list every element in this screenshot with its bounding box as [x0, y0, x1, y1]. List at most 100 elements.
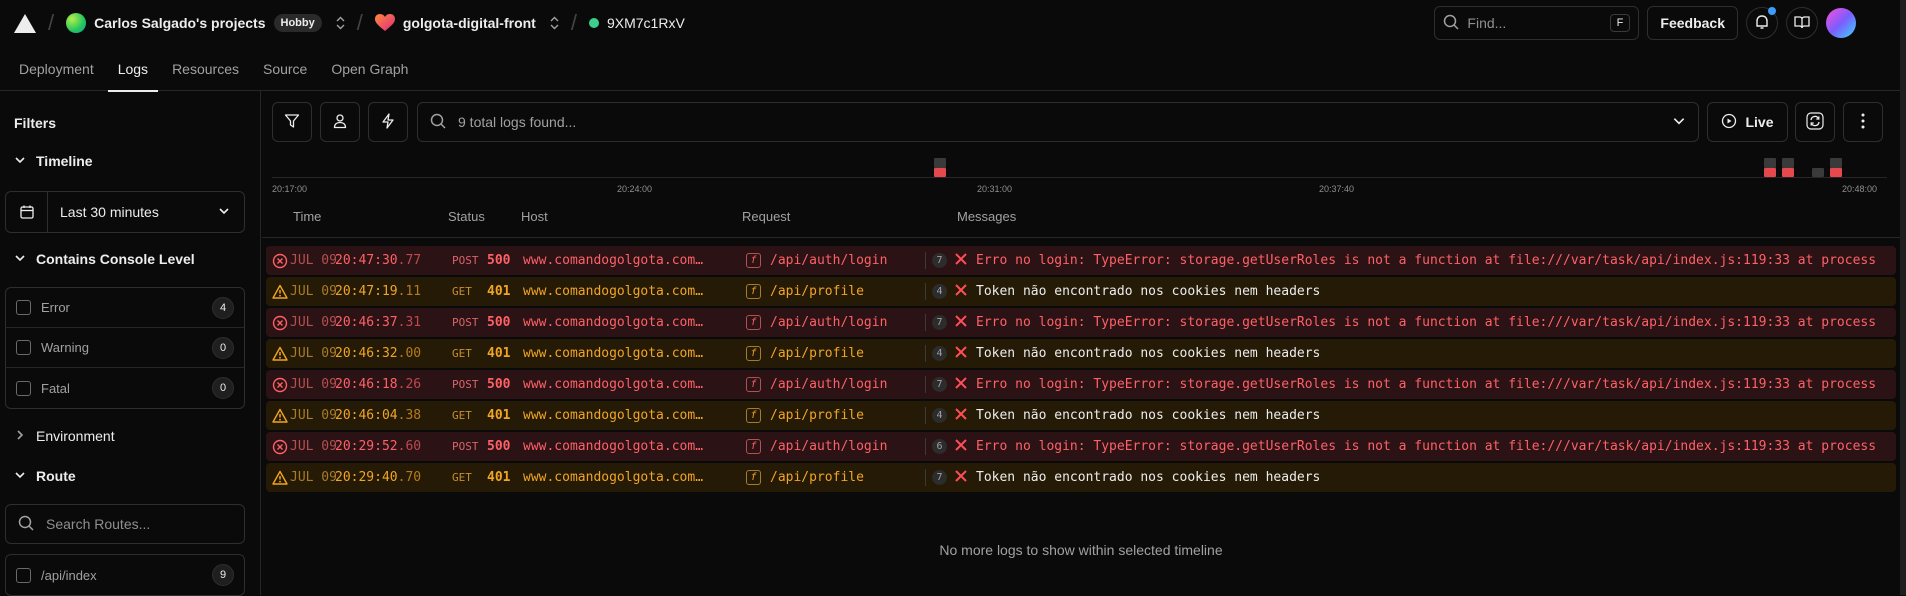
timeline-bar[interactable] — [1782, 158, 1794, 168]
timeline-histogram[interactable]: 20:17:00 20:24:00 20:31:00 20:37:40 20:4… — [272, 151, 1887, 194]
message-count: 7 — [932, 253, 947, 268]
route-options: /api/index 9 — [5, 554, 245, 596]
project-heart-icon — [374, 14, 395, 32]
timeline-bar[interactable] — [1764, 158, 1776, 168]
feedback-button[interactable]: Feedback — [1647, 6, 1738, 40]
route-option[interactable]: /api/index 9 — [6, 555, 244, 595]
column-divider — [925, 438, 926, 455]
timeline-bar[interactable] — [934, 158, 946, 168]
timeline-bar[interactable] — [1830, 168, 1842, 177]
warning-triangle-icon — [272, 470, 288, 486]
find-input[interactable]: Find... F — [1434, 6, 1640, 40]
timeline-section-toggle[interactable]: Timeline — [14, 153, 93, 169]
lightning-icon — [380, 112, 396, 132]
log-row[interactable]: JUL 09 20:46:18.26 POST 500 www.comandog… — [266, 370, 1896, 399]
log-host: www.comandogolgota.com... — [523, 439, 706, 454]
breadcrumb-separator: / — [48, 10, 55, 35]
docs-button[interactable] — [1786, 7, 1818, 39]
column-request[interactable]: Request — [742, 209, 790, 224]
tab-logs[interactable]: Logs — [107, 46, 159, 92]
log-row[interactable]: JUL 09 20:46:37.31 POST 500 www.comandog… — [266, 308, 1896, 337]
tab-resources[interactable]: Resources — [172, 46, 239, 91]
log-row[interactable]: JUL 09 20:46:32.00 GET 401 www.comandogo… — [266, 339, 1896, 368]
column-status[interactable]: Status — [448, 209, 485, 224]
user-avatar[interactable] — [1826, 8, 1856, 38]
function-filter-button[interactable] — [368, 102, 408, 142]
more-options-button[interactable] — [1843, 102, 1883, 142]
timeline-bar[interactable] — [1782, 168, 1794, 177]
timeline-tick: 20:31:00 — [977, 184, 1013, 194]
checkbox[interactable] — [16, 567, 31, 583]
function-icon: f — [746, 253, 761, 268]
route-section-toggle[interactable]: Route — [14, 468, 76, 484]
log-row[interactable]: JUL 09 20:29:40.70 GET 401 www.comandogo… — [266, 463, 1896, 492]
deployment-crumb[interactable]: 9XM7c1RxV — [588, 15, 685, 31]
ready-status-dot — [588, 18, 599, 28]
find-placeholder: Find... — [1467, 15, 1507, 31]
timeline-bar[interactable] — [934, 168, 946, 177]
level-option-fatal[interactable]: Fatal 0 — [6, 368, 244, 408]
log-row[interactable]: JUL 09 20:47:19.11 GET 401 www.comandogo… — [266, 277, 1896, 306]
environment-label: Environment — [36, 428, 115, 444]
timeline-bar[interactable] — [1764, 168, 1776, 177]
team-avatar-icon — [66, 13, 87, 33]
team-switcher[interactable]: Carlos Salgado's projects Hobby — [66, 13, 345, 33]
tab-open-graph[interactable]: Open Graph — [331, 46, 408, 91]
level-label: Error — [41, 300, 70, 315]
x-icon — [954, 438, 968, 452]
environment-section-toggle[interactable]: Environment — [14, 428, 115, 444]
level-count: 0 — [212, 336, 234, 359]
project-switcher[interactable]: golgota-digital-front — [374, 14, 559, 32]
page-scrollbar[interactable] — [1900, 0, 1906, 595]
log-search-input[interactable]: 9 total logs found... — [417, 102, 1699, 142]
notifications-button[interactable] — [1746, 7, 1778, 39]
timeline-bar[interactable] — [1812, 168, 1824, 177]
project-tabs: Deployment Logs Resources Source Open Gr… — [0, 46, 1906, 92]
log-message: Token não encontrado nos cookies nem hea… — [976, 470, 1321, 485]
vercel-logo-icon[interactable] — [14, 13, 36, 33]
level-option-warning[interactable]: Warning 0 — [6, 328, 244, 368]
level-label: Fatal — [41, 380, 70, 396]
x-icon — [954, 407, 968, 421]
x-icon — [954, 469, 968, 483]
timeline-axis — [272, 177, 1887, 178]
checkbox[interactable] — [16, 300, 31, 315]
column-divider — [925, 407, 926, 424]
checkbox[interactable] — [16, 340, 31, 355]
log-row[interactable]: JUL 09 20:47:30.77 POST 500 www.comandog… — [266, 246, 1896, 275]
log-row[interactable]: JUL 09 20:46:04.38 GET 401 www.comandogo… — [266, 401, 1896, 430]
tab-source[interactable]: Source — [263, 46, 307, 91]
timeline-label: Timeline — [36, 153, 93, 169]
error-circle-icon — [272, 253, 288, 269]
error-circle-icon — [272, 377, 288, 393]
column-messages[interactable]: Messages — [957, 209, 1016, 224]
refresh-button[interactable] — [1795, 102, 1835, 142]
error-circle-icon — [272, 315, 288, 331]
console-level-section-toggle[interactable]: Contains Console Level — [14, 251, 195, 267]
column-time[interactable]: Time — [293, 209, 321, 224]
message-count: 7 — [932, 315, 947, 330]
logs-main: 9 total logs found... Live 20:17:00 20:2… — [262, 91, 1900, 595]
chevron-down-icon[interactable] — [1672, 114, 1686, 131]
log-status: 401 — [487, 284, 511, 299]
column-divider — [925, 283, 926, 300]
log-date: JUL 09 — [290, 408, 337, 423]
message-count: 7 — [932, 377, 947, 392]
play-circle-icon — [1721, 113, 1737, 132]
tab-deployment[interactable]: Deployment — [19, 46, 94, 91]
function-icon: f — [746, 315, 761, 330]
filter-button[interactable] — [272, 102, 312, 142]
level-option-error[interactable]: Error 4 — [6, 288, 244, 328]
warning-triangle-icon — [272, 408, 288, 424]
user-filter-button[interactable] — [320, 102, 360, 142]
x-icon — [954, 345, 968, 359]
log-request-path: /api/auth/login — [770, 315, 888, 330]
column-host[interactable]: Host — [521, 209, 548, 224]
checkbox[interactable] — [16, 380, 31, 396]
log-row[interactable]: JUL 09 20:29:52.60 POST 500 www.comandog… — [266, 432, 1896, 461]
timeline-bar[interactable] — [1830, 158, 1842, 168]
search-routes-input[interactable]: Search Routes... — [5, 504, 245, 544]
live-button[interactable]: Live — [1707, 102, 1788, 142]
log-time: 20:47:19.11 — [335, 284, 422, 299]
timeline-select[interactable]: Last 30 minutes — [5, 191, 245, 233]
